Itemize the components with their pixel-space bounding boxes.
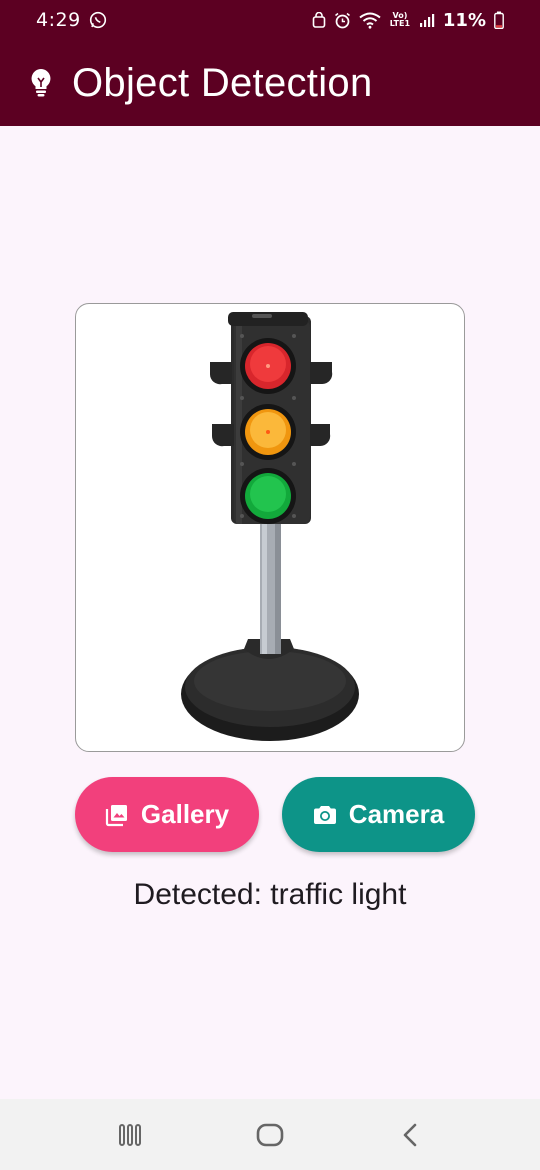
image-preview [75,303,465,752]
battery-percent: 11% [442,9,486,31]
status-time: 4:29 [36,9,81,31]
lock-alarm-icon [312,12,326,28]
alarm-icon [334,12,351,29]
status-left: 4:29 [36,9,107,31]
gallery-button-label: Gallery [140,799,230,829]
app-title: Object Detection [72,60,373,105]
status-bar: 4:29 Vo) LTE1 11% [0,0,540,40]
camera-button[interactable]: Camera [282,777,475,852]
back-icon [400,1122,420,1148]
camera-icon [313,804,337,826]
network-text: Vo) LTE1 [389,11,411,28]
app-bar: Object Detection [0,40,540,126]
photo-library-icon [105,803,129,827]
detection-result: Detected: traffic light [133,878,407,911]
status-right: Vo) LTE1 11% [312,10,504,31]
home-button[interactable] [240,1105,300,1165]
whatsapp-icon [89,11,107,29]
back-button[interactable] [380,1105,440,1165]
signal-icon [419,12,435,28]
gallery-button[interactable]: Gallery [75,777,259,852]
wifi-icon [359,12,381,29]
traffic-light-image [181,312,359,741]
navigation-bar [0,1099,540,1170]
camera-button-label: Camera [348,799,445,829]
recents-icon [117,1122,143,1148]
network-label: Vo) LTE1 [389,12,411,28]
recents-button[interactable] [100,1105,160,1165]
battery-icon [494,11,504,29]
home-icon [255,1122,285,1148]
lightbulb-icon [30,68,52,98]
